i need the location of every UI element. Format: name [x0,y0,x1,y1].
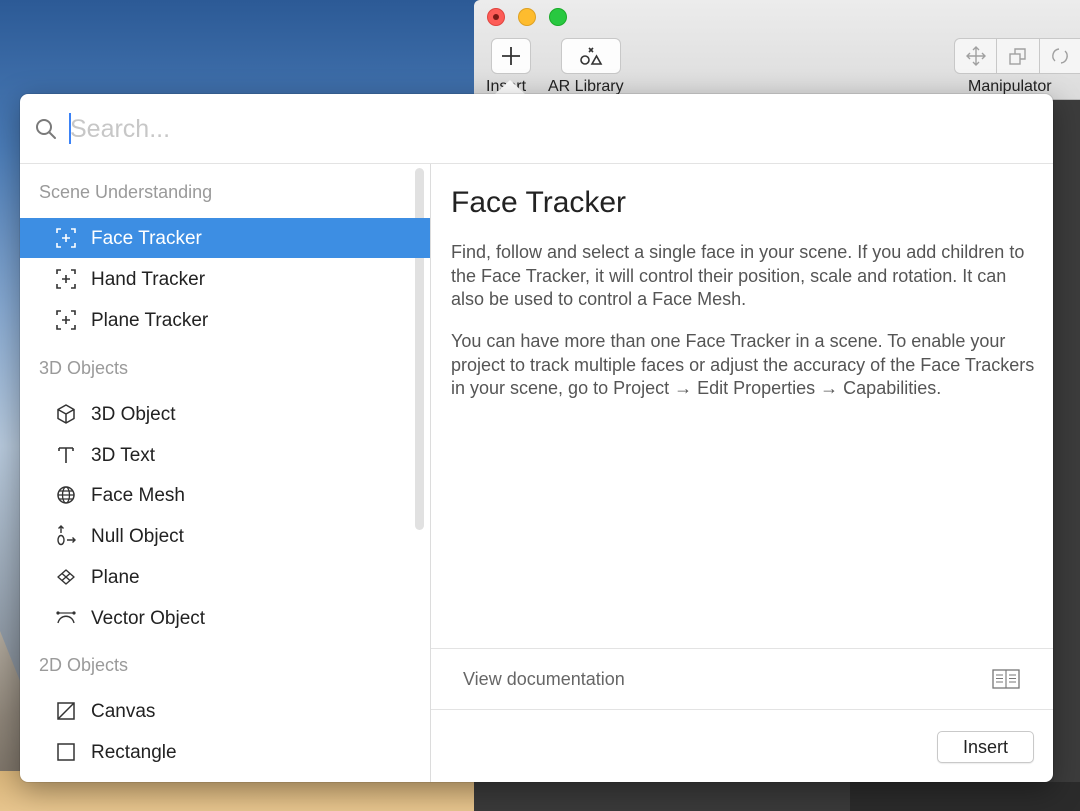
canvas-icon [54,699,78,723]
list-item-label: Face Tracker [91,228,202,249]
search-icon [36,119,56,139]
app-viewport-edge [1054,100,1080,811]
detail-description-capabilities: You can have more than one Face Tracker … [451,331,1035,398]
list-item-label: 3D Object [91,404,176,425]
close-window-button[interactable] [487,8,505,26]
rotate-tool-button[interactable] [1039,38,1080,74]
vector-icon [54,606,78,630]
list-item-rectangle[interactable]: Rectangle [20,732,430,772]
list-item-label: 3D Text [91,445,156,466]
tracker-icon [54,308,78,332]
list-item-canvas[interactable]: Canvas [20,691,430,731]
search-input[interactable] [68,109,1028,149]
plus-icon [502,47,520,65]
list-item-null-object[interactable]: Null Object [20,516,430,556]
insert-popover: Scene Understanding Face Tracker Hand Tr… [20,94,1053,782]
detail-description: Find, follow and select a single face in… [451,242,1025,309]
list-item-label: Null Object [91,526,184,547]
list-item-plane[interactable]: Plane [20,557,430,597]
scale-icon [1009,48,1026,65]
app-toolbar: Insert AR Library Manipulator [474,0,1080,100]
list-item-face-mesh[interactable]: Face Mesh [20,475,430,515]
globe-icon [54,483,78,507]
rectangle-icon [54,740,78,764]
minimize-window-button[interactable] [518,8,536,26]
zoom-window-button[interactable] [549,8,567,26]
object-list: Scene Understanding Face Tracker Hand Tr… [20,164,431,782]
book-icon [992,669,1020,689]
move-icon [965,46,986,66]
group-header-scene-understanding: Scene Understanding [39,182,213,202]
list-item-hand-tracker[interactable]: Hand Tracker [20,259,430,299]
tracker-icon [54,267,78,291]
list-item-face-tracker[interactable]: Face Tracker [20,218,430,258]
ar-library-toolbar-button[interactable] [561,38,621,74]
insert-button[interactable]: Insert [937,731,1034,763]
view-documentation-link[interactable]: View documentation [431,648,1053,710]
list-item-label: Canvas [91,701,156,722]
text-icon [54,443,78,467]
search-bar [20,94,1053,164]
move-tool-button[interactable] [954,38,998,74]
detail-pane: Face Tracker Find, follow and select a s… [431,164,1053,782]
insert-toolbar-button[interactable] [491,38,531,74]
popover-arrow [494,80,526,95]
list-item-label: Plane [91,567,140,588]
list-item-3d-text[interactable]: 3D Text [20,435,430,475]
list-item-plane-tracker[interactable]: Plane Tracker [20,300,430,340]
shapes-icon [580,47,603,65]
tracker-icon [54,226,78,250]
group-header-2d-objects: 2D Objects [39,655,129,675]
list-item-label: Face Mesh [91,485,185,506]
detail-title: Face Tracker [451,186,627,219]
list-item-label: Rectangle [91,742,177,763]
null-object-icon [54,524,78,548]
view-documentation-label: View documentation [463,669,625,689]
list-item-3d-object[interactable]: 3D Object [20,394,430,434]
group-header-3d-objects: 3D Objects [39,358,129,378]
cube-icon [54,402,78,426]
list-item-label: Plane Tracker [91,310,209,331]
plane-icon [54,565,78,589]
list-item-label: Vector Object [91,608,206,629]
list-item-label: Hand Tracker [91,269,206,290]
rotate-icon [1052,48,1069,64]
app-bottom-panel [850,782,1080,811]
scale-tool-button[interactable] [997,38,1040,74]
manipulator-segmented-control [954,38,1080,74]
text-caret [69,113,71,144]
list-item-vector-object[interactable]: Vector Object [20,598,430,638]
